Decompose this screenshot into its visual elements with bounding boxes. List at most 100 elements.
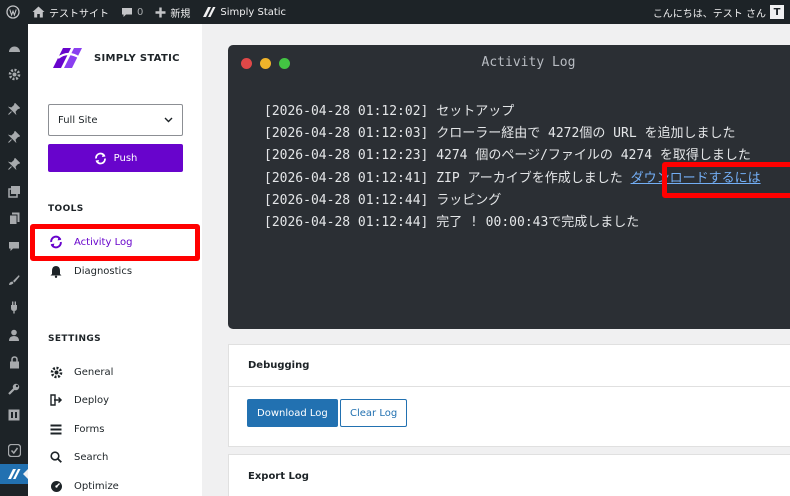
menu-comments[interactable] <box>0 236 28 256</box>
log-line: [2026-04-28 01:12:03] クローラー経由で 4272個の UR… <box>264 123 790 145</box>
menu-dashboard[interactable] <box>0 37 28 57</box>
log-text: 完了 ! 00:00:43で完成しました <box>436 214 640 230</box>
push-label: Push <box>113 152 138 164</box>
export-type-select[interactable]: Full Site <box>48 104 183 136</box>
export-type-value: Full Site <box>58 114 98 126</box>
comments-count: 0 <box>137 6 144 18</box>
pages-icon <box>8 212 19 225</box>
push-button[interactable]: Push <box>48 144 183 172</box>
debugging-card: Debugging Download Log Clear Log <box>228 344 790 447</box>
nav-forms-label: Forms <box>74 423 105 435</box>
plugin-sidebar: SIMPLY STATIC Full Site Push TOOLS Activ… <box>28 24 202 496</box>
home-icon <box>32 6 45 18</box>
pin-icon <box>8 131 20 143</box>
menu-pin-2[interactable] <box>0 127 28 147</box>
nav-search-label: Search <box>74 451 109 463</box>
pin-icon <box>8 158 20 170</box>
search-icon <box>48 449 64 465</box>
deploy-icon <box>48 392 64 408</box>
menu-users[interactable] <box>0 325 28 345</box>
clear-log-button[interactable]: Clear Log <box>340 399 408 427</box>
log-time: [2026-04-28 01:12:02] <box>264 104 429 119</box>
new-content-link[interactable]: 新規 <box>149 0 196 24</box>
bell-icon <box>48 263 64 279</box>
menu-pages[interactable] <box>0 208 28 228</box>
nav-deploy[interactable]: Deploy <box>48 390 198 410</box>
menu-pin-3[interactable] <box>0 154 28 174</box>
wrench-icon <box>8 383 20 395</box>
log-text: セットアップ <box>436 104 515 119</box>
comment-icon <box>9 241 19 251</box>
menu-settings[interactable] <box>0 405 28 425</box>
nav-diagnostics-label: Diagnostics <box>74 265 133 277</box>
menu-security[interactable] <box>0 352 28 372</box>
comments-link[interactable]: 0 <box>115 0 149 24</box>
shield-icon <box>7 443 21 457</box>
debugging-title: Debugging <box>229 345 790 387</box>
menu-settings-top[interactable] <box>0 64 28 84</box>
nav-optimize-label: Optimize <box>74 480 119 492</box>
gear-icon <box>8 68 20 80</box>
nav-deploy-label: Deploy <box>74 394 110 406</box>
forms-icon <box>48 421 64 437</box>
simply-static-icon <box>203 7 216 17</box>
dashboard-icon <box>48 478 64 494</box>
menu-simply-static[interactable] <box>0 464 28 484</box>
nav-optimize[interactable]: Optimize <box>48 476 198 496</box>
nav-diagnostics[interactable]: Diagnostics <box>48 261 198 281</box>
settings-icon <box>8 409 20 421</box>
log-time: [2026-04-28 01:12:44] <box>264 192 429 208</box>
settings-heading: SETTINGS <box>48 334 102 344</box>
log-time: [2026-04-28 01:12:23] <box>264 148 429 164</box>
menu-plugins[interactable] <box>0 297 28 317</box>
avatar: T <box>770 5 784 19</box>
brush-icon <box>9 275 20 285</box>
export-log-title: Export Log <box>248 470 309 482</box>
admin-menu <box>0 24 28 496</box>
dashboard-icon <box>8 46 20 52</box>
wp-logo-menu[interactable] <box>0 0 26 24</box>
wordpress-icon <box>6 5 20 19</box>
log-text: ラッピング <box>436 192 502 208</box>
log-time: [2026-04-28 01:12:03] <box>264 126 429 142</box>
export-log-card: Export Log <box>228 454 790 496</box>
log-line: [2026-04-28 01:12:02] セットアップ <box>264 101 790 123</box>
simply-static-label: Simply Static <box>220 6 287 18</box>
highlight-download-link <box>662 162 790 198</box>
simply-static-logo-icon <box>53 48 82 68</box>
user-icon <box>9 329 19 341</box>
chevron-down-icon <box>164 117 173 123</box>
log-text: クローラー経由で 4272個の URL を追加しました <box>436 126 736 142</box>
simply-static-logo: SIMPLY STATIC <box>50 46 180 70</box>
greeting: こんにちは、テスト さん <box>652 8 766 20</box>
admin-bar: テストサイト 0 新規 Simply Static こんにちは、テスト さん T <box>0 0 790 24</box>
download-log-button[interactable]: Download Log <box>247 399 338 427</box>
nav-general[interactable]: General <box>48 362 198 382</box>
log-text: ZIP アーカイブを作成しました <box>436 170 623 186</box>
sync-icon <box>94 152 106 164</box>
gear-icon <box>48 364 64 380</box>
menu-plugin-shield[interactable] <box>0 440 28 460</box>
menu-posts[interactable] <box>0 99 28 119</box>
logo-text: SIMPLY STATIC <box>94 52 180 64</box>
new-label: 新規 <box>170 8 191 20</box>
simply-static-link[interactable]: Simply Static <box>196 0 292 24</box>
menu-tools[interactable] <box>0 379 28 399</box>
menu-media[interactable] <box>0 181 28 201</box>
my-account[interactable]: こんにちは、テスト さん T <box>653 5 790 20</box>
site-name: テストサイト <box>49 8 109 20</box>
log-time: [2026-04-28 01:12:41] <box>264 170 429 186</box>
lock-icon <box>9 355 19 368</box>
pin-icon <box>8 103 20 115</box>
site-name-link[interactable]: テストサイト <box>26 0 115 24</box>
nav-general-label: General <box>74 366 114 378</box>
log-line: [2026-04-28 01:12:44] 完了 ! 00:00:43で完成しま… <box>264 212 790 234</box>
log-time: [2026-04-28 01:12:44] <box>264 214 429 230</box>
nav-forms[interactable]: Forms <box>48 419 198 439</box>
terminal-title: Activity Log <box>481 55 576 70</box>
menu-appearance[interactable] <box>0 270 28 290</box>
nav-search[interactable]: Search <box>48 447 198 467</box>
simply-static-icon <box>8 469 21 479</box>
main-content: Activity Log [2026-04-28 01:12:02] セットアッ… <box>202 24 790 496</box>
tools-heading: TOOLS <box>48 204 84 214</box>
